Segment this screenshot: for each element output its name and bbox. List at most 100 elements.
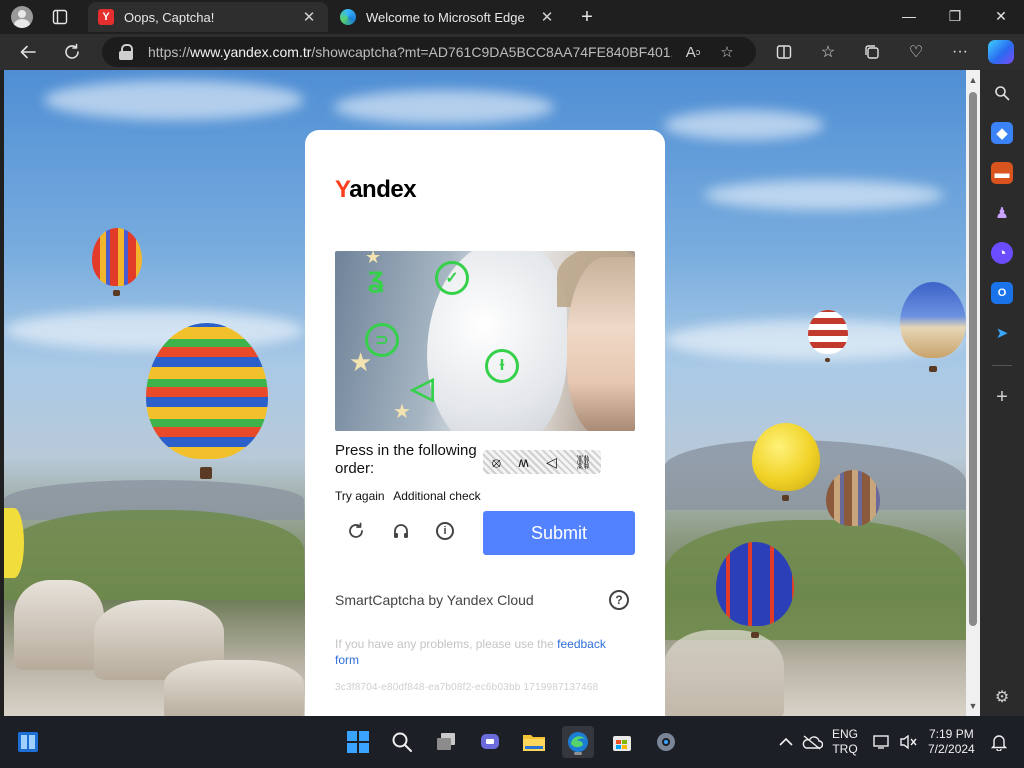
edge-taskbar-icon[interactable] [562,726,594,758]
captcha-target-squiggle-icon[interactable]: ʓ [359,261,393,295]
close-window-button[interactable]: ✕ [978,2,1024,30]
notifications-bell-icon[interactable] [986,726,1012,758]
face-shape [567,257,635,431]
submit-button[interactable]: Submit [483,511,635,555]
edge-icon [340,9,356,25]
audio-captcha-button[interactable] [386,516,416,546]
headphones-icon [394,524,408,538]
tab-oops-captcha[interactable]: Y Oops, Captcha! ✕ [88,2,328,32]
close-tab-icon[interactable]: ✕ [538,8,556,26]
captcha-status-links: Try again Additional check [335,489,487,503]
copilot-icon[interactable] [988,40,1014,64]
search-icon[interactable] [991,82,1013,104]
refresh-button[interactable] [58,38,86,66]
favorites-icon[interactable]: ☆ [814,39,842,65]
sequence-icon: ◁ [546,453,557,470]
navigation-bar: https://www.yandex.com.tr/showcaptcha?mt… [0,34,1024,70]
star-icon: ★ [393,401,411,423]
sidebar-divider [992,365,1012,366]
teams-chat-icon[interactable] [474,726,506,758]
captcha-prompt: Press in the following order: [335,442,477,477]
more-menu-icon[interactable]: ··· [946,39,974,65]
tab-title: Oops, Captcha! [124,9,215,25]
edge-sidebar: ◆ ▬ ♟ ◔ O ➤ + ⚙ [980,70,1024,716]
tab-actions-button[interactable] [46,4,74,30]
tab-actions-icon [52,9,68,25]
back-button[interactable] [14,38,42,66]
info-icon: i [436,522,454,540]
file-explorer-icon[interactable] [518,726,550,758]
info-button[interactable]: i [430,516,460,546]
games-icon[interactable]: ♟ [991,202,1013,224]
captcha-image[interactable]: ★ ★ ★ ʓ ✓ ⊃ Ɨ ◁ [335,251,635,431]
captcha-target-triangle-icon[interactable]: ◁ [405,371,439,405]
smartcaptcha-brand: SmartCaptcha by Yandex Cloud [335,592,534,608]
help-icon[interactable]: ? [609,590,629,610]
arrow-left-icon [20,45,36,59]
windows-taskbar [0,716,1024,768]
minimize-button[interactable]: — [886,2,932,30]
split-screen-icon[interactable] [770,39,798,65]
cloud [44,80,304,120]
task-view-icon[interactable] [430,726,462,758]
shopping-tag-icon[interactable]: ◆ [991,122,1013,144]
scroll-down-icon[interactable]: ▼ [968,700,978,712]
additional-check-text[interactable]: Additional check [393,489,480,503]
captcha-target-link-icon[interactable]: ⊃ [365,323,399,357]
problems-text: If you have any problems, please use the… [335,637,606,667]
tab-strip: Y Oops, Captcha! ✕ Welcome to Microsoft … [0,0,1024,34]
maximize-button[interactable]: ❐ [932,2,978,30]
rock-formation [164,660,304,716]
show-hidden-icons-icon[interactable] [774,726,798,758]
cloud [334,90,554,124]
network-icon[interactable] [868,726,896,758]
add-sidebar-item-icon[interactable]: + [991,386,1013,408]
collections-icon[interactable] [858,39,886,65]
new-tab-button[interactable]: + [574,4,600,30]
request-id: 3c3f8704-e80df848-ea7b08f2-ec6b03bb 1719… [335,682,599,693]
scroll-up-icon[interactable]: ▲ [968,74,978,86]
active-app-indicator [574,752,582,755]
refresh-captcha-button[interactable] [341,516,371,546]
outlook-icon[interactable]: O [991,282,1013,304]
start-menu-icon[interactable] [342,726,374,758]
widgets-icon[interactable] [12,726,44,758]
microsoft-store-icon[interactable] [606,726,638,758]
captcha-target-bolt-icon[interactable]: Ɨ [485,349,519,383]
sequence-icon: ʍ [518,454,529,470]
tab-welcome-edge[interactable]: Welcome to Microsoft Edge ✕ [330,2,566,32]
rock-formation [14,580,104,670]
favorite-star-icon[interactable]: ☆ [714,39,740,65]
scrollbar-thumb[interactable] [969,92,977,626]
yandex-icon: Y [98,9,114,25]
refresh-icon [349,522,363,538]
valley [664,520,966,640]
microsoft365-icon[interactable]: ◔ [991,242,1013,264]
input-language-indicator[interactable]: ENG TRQ [832,716,858,768]
captcha-target-check-icon[interactable]: ✓ [435,261,469,295]
lock-icon[interactable] [118,44,134,60]
drop-send-icon[interactable]: ➤ [991,322,1013,344]
try-again-text[interactable]: Try again [335,489,385,503]
taskbar-search-icon[interactable] [386,726,418,758]
url-text[interactable]: https://www.yandex.com.tr/showcaptcha?mt… [148,44,672,60]
rock-formation [664,630,784,716]
refresh-icon [65,43,79,59]
onedrive-offline-icon[interactable] [798,726,826,758]
volume-muted-icon[interactable] [896,726,920,758]
profile-avatar-icon [11,6,33,28]
sidebar-settings-icon[interactable]: ⚙ [991,686,1013,708]
page-scrollbar[interactable]: ▲ ▼ [966,70,980,716]
browser-essentials-icon[interactable]: ♡ [902,39,930,65]
address-bar[interactable]: https://www.yandex.com.tr/showcaptcha?mt… [102,37,756,67]
sequence-icon: ⛓ [574,453,593,470]
captcha-card: Yandex ★ ★ ★ ʓ ✓ ⊃ Ɨ ◁ Press in the foll… [305,130,665,716]
yandex-logo: Yandex [335,176,417,203]
profile-button[interactable] [8,4,36,30]
read-aloud-icon[interactable]: Aↄ [680,39,706,65]
settings-app-icon[interactable] [650,726,682,758]
tools-icon[interactable]: ▬ [991,162,1013,184]
system-clock[interactable]: 7:19 PM 7/2/2024 [928,716,975,768]
cloud [704,180,944,210]
close-tab-icon[interactable]: ✕ [300,8,318,26]
